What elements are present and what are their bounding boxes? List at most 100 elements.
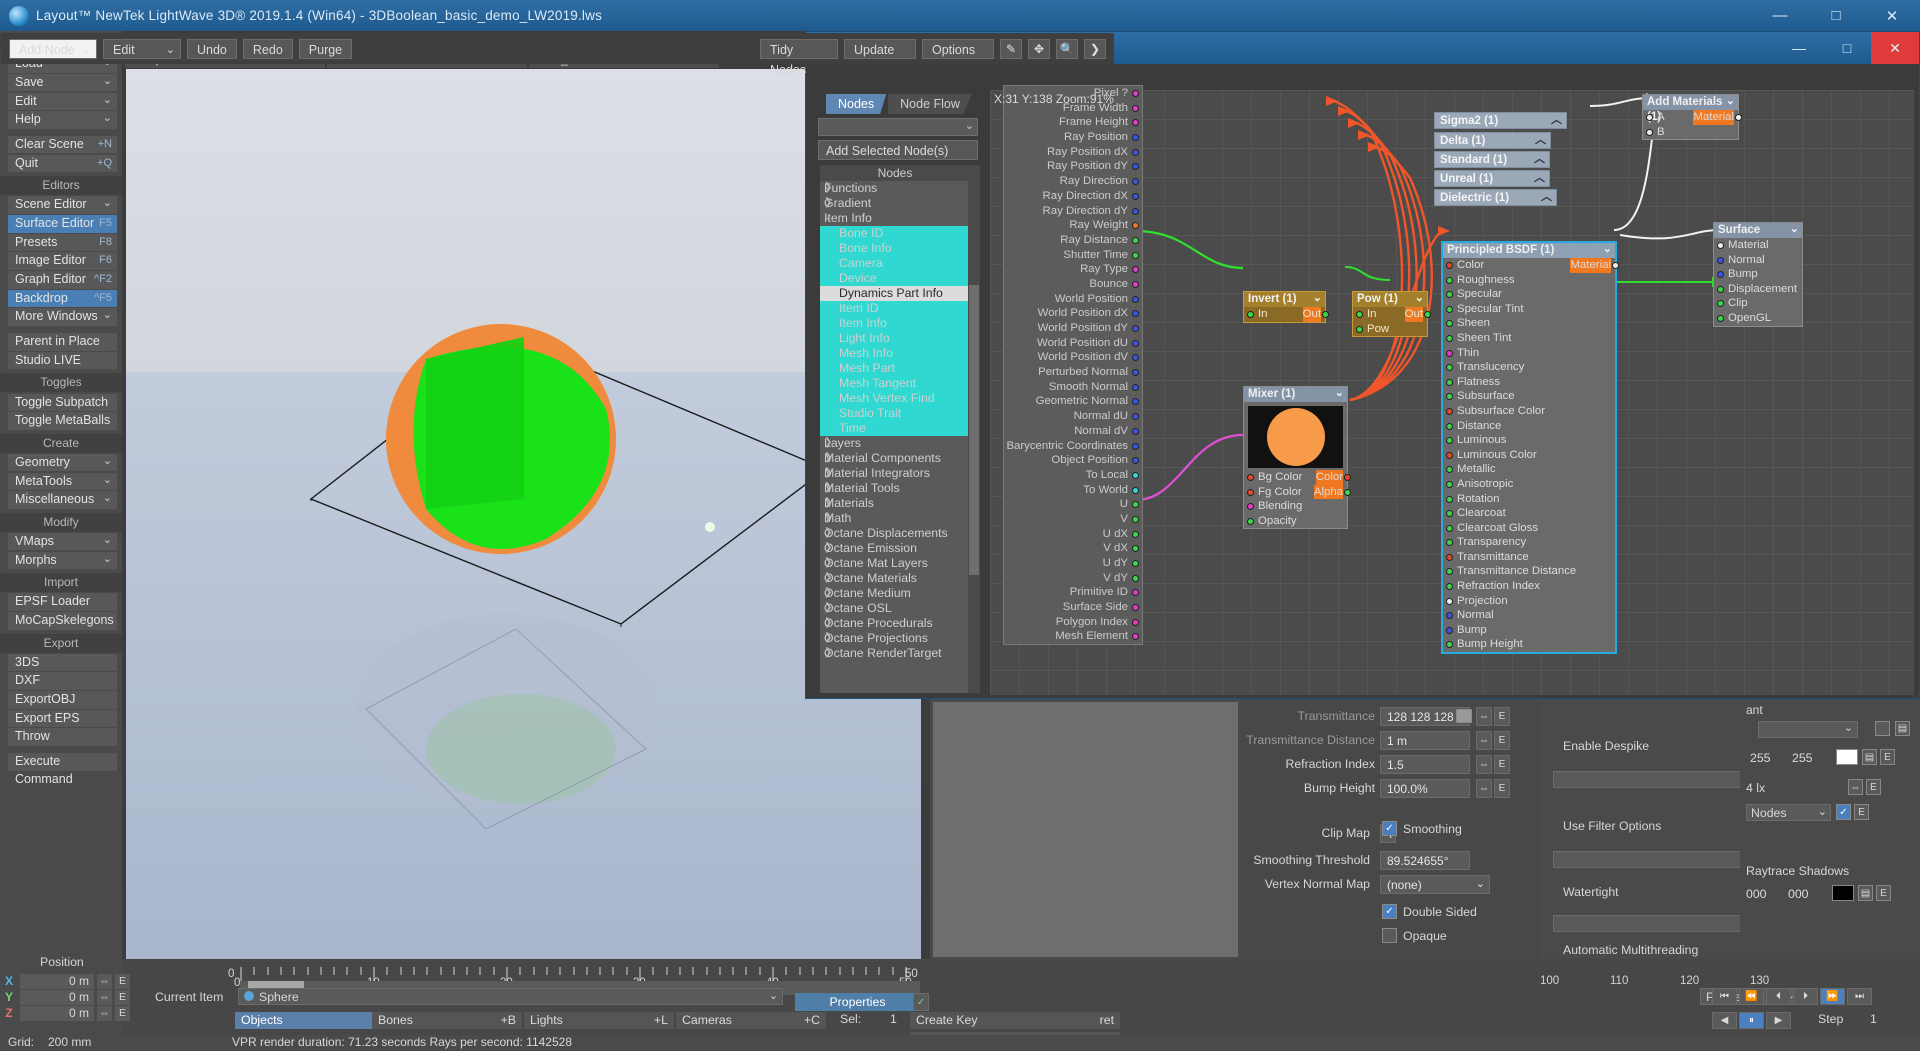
pause-button[interactable]: ⏸ xyxy=(1739,1012,1764,1029)
node-tree-item-octane-projections[interactable]: ❯ Octane Projections xyxy=(820,631,970,646)
input-node-port[interactable]: Perturbed Normal xyxy=(1004,365,1142,380)
node-tree-item-octane-osl[interactable]: ❯ Octane OSL xyxy=(820,601,970,616)
go-end-button[interactable]: ⏭ xyxy=(1847,988,1872,1005)
port-dot-icon[interactable] xyxy=(1446,451,1453,459)
cameras-button[interactable]: Cameras +C xyxy=(676,1012,826,1029)
axis-value-input[interactable]: 0 m xyxy=(20,989,94,1005)
search-icon[interactable]: 🔍 xyxy=(1056,38,1078,59)
port-dot-icon[interactable] xyxy=(1612,262,1619,269)
port-dot-icon[interactable] xyxy=(1446,262,1453,269)
mixer-node-port[interactable]: Opacity xyxy=(1244,514,1347,529)
port-dot-icon[interactable] xyxy=(1132,560,1139,567)
input-node-port[interactable]: World Position dU xyxy=(1004,336,1142,351)
port-dot-icon[interactable] xyxy=(1132,280,1139,288)
bsdf-node-port[interactable]: Bump xyxy=(1443,623,1615,638)
surface-node-port[interactable]: Material xyxy=(1714,238,1802,253)
pow-node[interactable]: Pow (1) ⌄ In Out Pow xyxy=(1352,291,1431,338)
link-icon[interactable]: ⇔ xyxy=(97,1005,112,1021)
move-icon[interactable]: ✥ xyxy=(1028,38,1050,59)
invert-node[interactable]: Invert (1) ⌄ In Out xyxy=(1243,291,1329,323)
bsdf-node-port[interactable]: Sheen Tint xyxy=(1443,331,1615,346)
node-tree-item-layers[interactable]: ❯ Layers xyxy=(820,436,970,451)
port-dot-icon[interactable] xyxy=(1132,398,1139,406)
node-tree-item-octane-mat-layers[interactable]: ❯ Octane Mat Layers xyxy=(820,556,970,571)
bsdf-node-port[interactable]: Projection xyxy=(1443,594,1615,609)
port-dot-icon[interactable] xyxy=(1132,442,1139,450)
bsdf-node-port[interactable]: Subsurface Color xyxy=(1443,404,1615,419)
mixer-node-port[interactable]: Bg Color Color xyxy=(1244,470,1351,485)
port-dot-icon[interactable] xyxy=(1446,480,1453,488)
input-node-port[interactable]: V dY xyxy=(1004,571,1142,586)
port-dot-icon[interactable] xyxy=(1717,285,1724,293)
port-dot-icon[interactable] xyxy=(1446,291,1453,299)
port-dot-icon[interactable] xyxy=(1132,222,1139,230)
surface-node-port[interactable]: Clip xyxy=(1714,296,1802,311)
port-dot-icon[interactable] xyxy=(1446,364,1453,372)
input-node-port[interactable]: World Position dX xyxy=(1004,306,1142,321)
bsdf-node-header[interactable]: Principled BSDF (1) ⌄ xyxy=(1443,243,1615,258)
port-dot-icon[interactable] xyxy=(1446,320,1453,328)
redo-button[interactable]: Redo xyxy=(242,38,293,59)
node-tree[interactable]: Nodes ❯ Functions ❯ Gradient ⌄ Item Info Bone … xyxy=(820,165,970,693)
bsdf-node-port[interactable]: Refraction Index xyxy=(1443,579,1615,594)
sidebar-item-parent-in-place[interactable]: Parent in Place xyxy=(8,333,117,351)
sidebar-item-epsf-loader[interactable]: EPSF Loader xyxy=(8,593,117,611)
objects-button[interactable]: Objects 0 xyxy=(235,1012,390,1029)
port-dot-icon[interactable] xyxy=(1356,311,1363,318)
chevron-down-icon[interactable]: ⌄ xyxy=(1790,222,1799,237)
port-dot-icon[interactable] xyxy=(1717,256,1724,264)
bsdf-node-port[interactable]: Luminous Color xyxy=(1443,448,1615,463)
port-dot-icon[interactable] xyxy=(1717,300,1724,308)
port-dot-icon[interactable] xyxy=(1344,474,1351,481)
node-tree-item-light-info[interactable]: Light Info xyxy=(820,331,970,346)
port-dot-icon[interactable] xyxy=(1247,488,1254,496)
chevron-down-icon[interactable]: ⌄ xyxy=(1476,875,1485,894)
undo-button[interactable]: Undo xyxy=(187,38,237,59)
chevron-right-icon[interactable]: ❯ xyxy=(824,600,832,615)
play-back-button[interactable]: ⏴ xyxy=(1766,988,1791,1005)
surface-node-port[interactable]: OpenGL xyxy=(1714,311,1802,326)
envelope-button[interactable]: E xyxy=(1494,755,1510,774)
port-dot-icon[interactable] xyxy=(1446,495,1453,503)
add-materials-input-a[interactable]: A Material xyxy=(1643,110,1742,125)
input-node-port[interactable]: Ray Direction dX xyxy=(1004,189,1142,204)
current-item-select[interactable]: Sphere ⌄ xyxy=(238,988,783,1005)
node-editor-tab-nodes[interactable]: Nodes xyxy=(826,94,887,114)
node-tree-item-item-info[interactable]: Item Info xyxy=(820,316,970,331)
bsdf-node-port[interactable]: Bump Height xyxy=(1443,637,1615,652)
input-node-port[interactable]: World Position dY xyxy=(1004,321,1142,336)
options-button[interactable]: Options xyxy=(922,38,994,59)
port-dot-icon[interactable] xyxy=(1132,633,1139,641)
input-node-port[interactable]: Normal dV xyxy=(1004,424,1142,439)
swatch-menu-icon[interactable]: ▤ xyxy=(1862,749,1877,765)
collapsed-node-standard-1-[interactable]: Standard (1) ︿ xyxy=(1434,151,1550,168)
sidebar-item-more-windows[interactable]: More Windows ⌄ xyxy=(8,308,117,326)
port-dot-icon[interactable] xyxy=(1247,311,1254,318)
chevron-up-icon[interactable]: ︿ xyxy=(1535,132,1546,149)
checkbox-smoothing[interactable]: ✓ xyxy=(1382,821,1397,836)
bsdf-node-port[interactable]: Thin xyxy=(1443,346,1615,361)
port-dot-icon[interactable] xyxy=(1132,545,1139,553)
chevron-up-icon[interactable]: ︿ xyxy=(1534,170,1545,187)
input-node-port[interactable]: Normal dU xyxy=(1004,409,1142,424)
bsdf-node-port[interactable]: Normal xyxy=(1443,608,1615,623)
node-tree-item-material-components[interactable]: ❯ Material Components xyxy=(820,451,970,466)
surface-field-value[interactable]: 1 m xyxy=(1380,731,1470,750)
bsdf-node-port[interactable]: Luminous xyxy=(1443,433,1615,448)
input-node-port[interactable]: Polygon Index xyxy=(1004,615,1142,630)
node-tree-item-octane-materials[interactable]: ❯ Octane Materials xyxy=(820,571,970,586)
step-forward-button[interactable]: ⏩ xyxy=(1820,988,1845,1005)
purge-button[interactable]: Purge xyxy=(298,38,353,59)
node-tree-item-octane-displacements[interactable]: ❯ Octane Displacements xyxy=(820,526,970,541)
port-dot-icon[interactable] xyxy=(1132,236,1139,244)
input-node-port[interactable]: Ray Position dY xyxy=(1004,159,1142,174)
sidebar-item-throw[interactable]: Throw xyxy=(8,728,117,746)
node-editor-tab-node-flow[interactable]: Node Flow xyxy=(888,94,972,114)
node-tree-item-mesh-vertex-find[interactable]: Mesh Vertex Find xyxy=(820,391,970,406)
port-dot-icon[interactable] xyxy=(1132,325,1139,332)
link-icon[interactable]: ⇔ xyxy=(1476,755,1492,774)
pow-in-row[interactable]: In Out xyxy=(1353,307,1431,322)
port-dot-icon[interactable] xyxy=(1446,553,1453,561)
collapsed-node-unreal-1-[interactable]: Unreal (1) ︿ xyxy=(1434,170,1550,187)
bsdf-node-port[interactable]: Distance xyxy=(1443,419,1615,434)
